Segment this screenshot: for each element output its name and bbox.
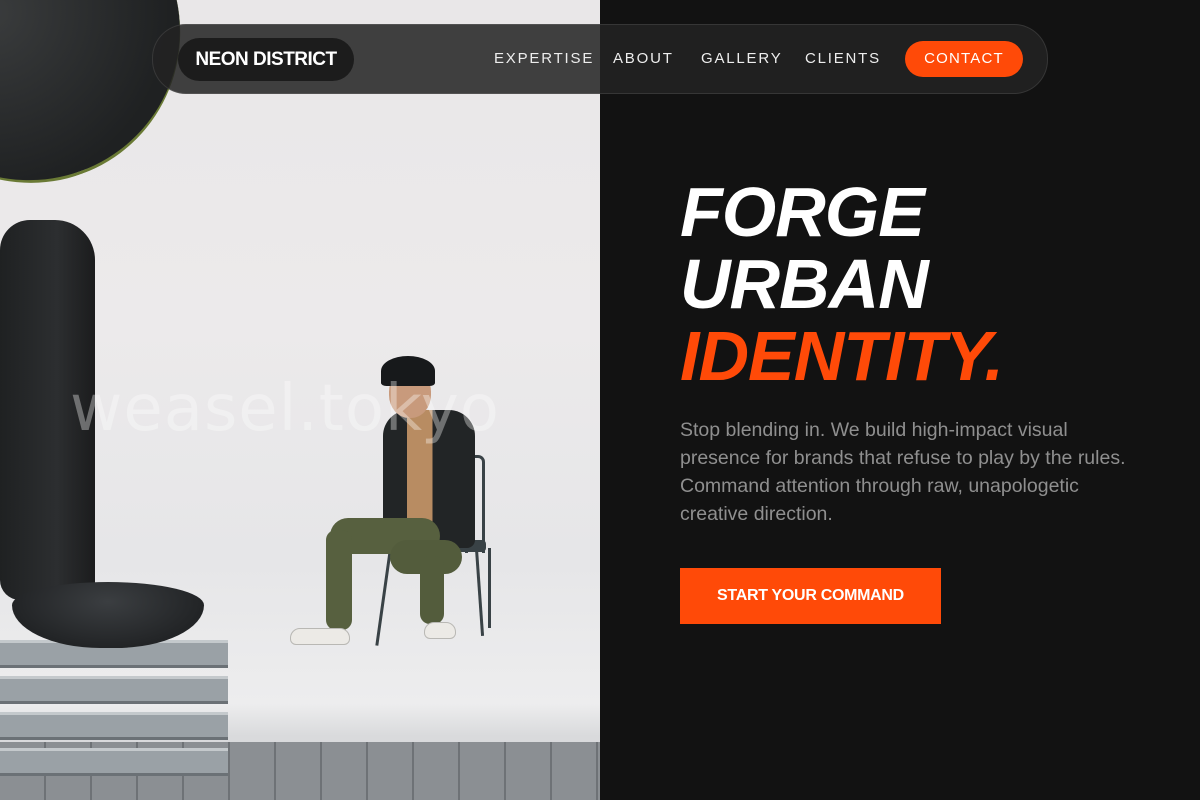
model-shoe bbox=[290, 628, 350, 645]
hero-headline: FORGE URBAN IDENTITY. bbox=[680, 173, 1004, 395]
chair-leg bbox=[474, 548, 485, 636]
nav-link-expertise[interactable]: EXPERTISE bbox=[494, 50, 594, 68]
studio-bowl bbox=[12, 582, 204, 648]
model-shoe bbox=[424, 622, 456, 639]
pallet-stack bbox=[0, 676, 228, 704]
nav-link-clients[interactable]: CLIENTS bbox=[805, 50, 881, 68]
hero-subcopy: Stop blending in. We build high-impact v… bbox=[680, 419, 1126, 525]
headline-line-2: URBAN bbox=[680, 245, 929, 323]
nav-link-gallery[interactable]: GALLERY bbox=[701, 50, 783, 68]
model-leg bbox=[326, 530, 352, 630]
headline-line-1: FORGE bbox=[680, 173, 925, 251]
watermark: weasel.tokyo bbox=[70, 372, 500, 446]
hero-photo: weasel.tokyo bbox=[0, 0, 600, 800]
pallet-stack bbox=[0, 748, 228, 776]
chair-leg bbox=[488, 548, 491, 628]
start-command-button[interactable]: START YOUR COMMAND bbox=[680, 568, 941, 624]
nav-link-about[interactable]: ABOUT bbox=[613, 50, 674, 68]
contact-button[interactable]: CONTACT bbox=[905, 41, 1023, 77]
top-navbar: NEON DISTRICT EXPERTISE ABOUT GALLERY CL… bbox=[152, 24, 1048, 94]
brand-logo[interactable]: NEON DISTRICT bbox=[178, 38, 354, 81]
headline-line-3: IDENTITY. bbox=[680, 317, 1004, 395]
model-leg bbox=[420, 556, 444, 624]
chair-leg bbox=[375, 550, 392, 646]
pallet-stack bbox=[0, 712, 228, 740]
